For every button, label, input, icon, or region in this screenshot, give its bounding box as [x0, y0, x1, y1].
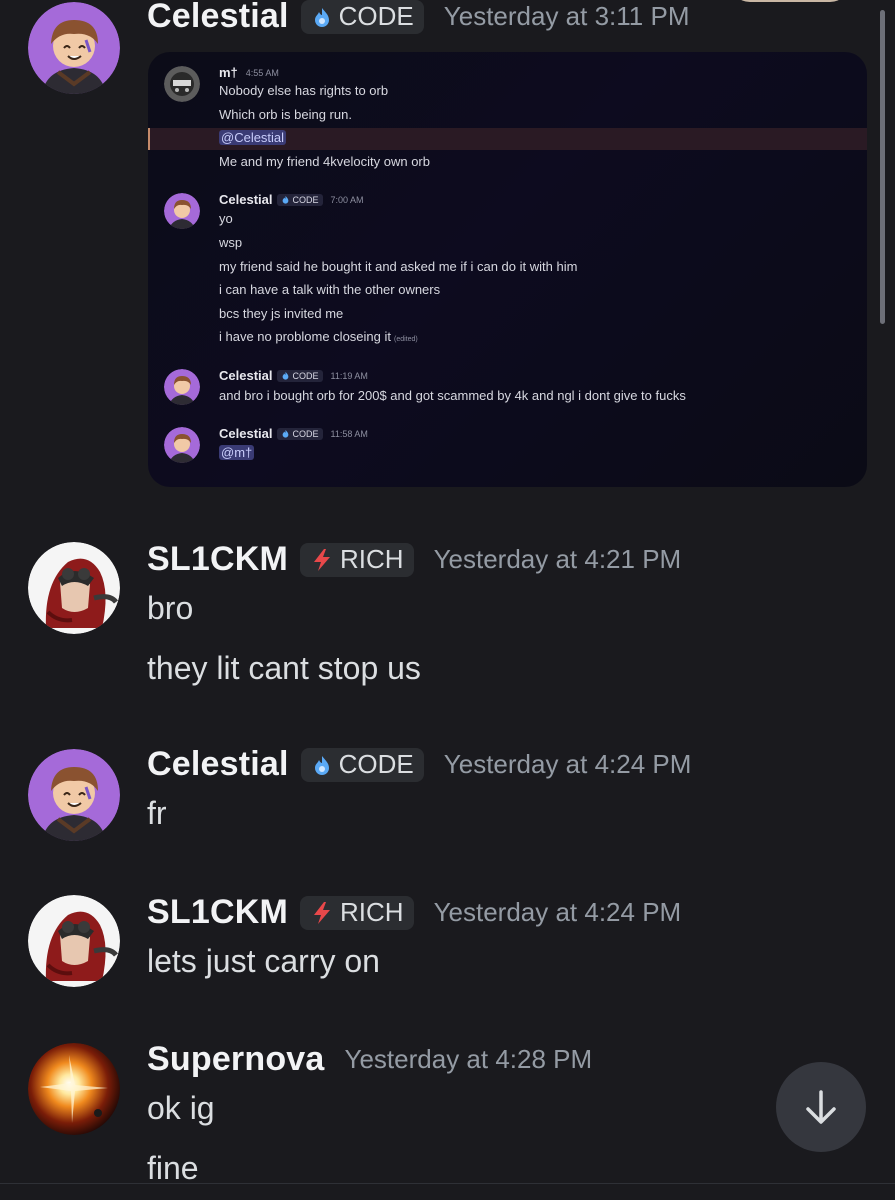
guild-tag[interactable]: RICH — [300, 542, 414, 577]
embed-guild-tag: CODE — [277, 369, 323, 382]
timestamp: Yesterday at 4:28 PM — [344, 1044, 593, 1074]
embed-line: Nobody else has rights to orb — [219, 83, 389, 98]
mention-highlight-bar — [148, 128, 150, 150]
guild-tag-label: CODE — [338, 1, 414, 31]
embed-guild-tag-label: CODE — [292, 194, 319, 205]
embed-guild-tag-label: CODE — [292, 428, 319, 439]
avatar-supernova[interactable] — [28, 1043, 120, 1135]
embed-line: Which orb is being run. — [219, 107, 352, 122]
username[interactable]: Supernova — [147, 1040, 325, 1079]
guild-tag-label: CODE — [338, 749, 414, 779]
flame-icon — [283, 195, 289, 204]
avatar-celestial-small — [164, 193, 200, 229]
embed-line: Me and my friend 4kvelocity own orb — [219, 154, 430, 169]
guild-tag-label: RICH — [340, 897, 404, 927]
avatar-sl1ckm[interactable] — [28, 542, 120, 634]
embed-username: Celestial — [219, 368, 273, 383]
embed-line: wsp — [219, 235, 243, 250]
cropped-element — [730, 0, 850, 2]
timestamp: Yesterday at 4:21 PM — [433, 544, 682, 574]
embed-guild-tag-label: CODE — [292, 370, 319, 381]
embed-line: i can have a talk with the other owners — [219, 282, 441, 297]
embed-line: bcs they js invited me — [219, 306, 344, 321]
guild-tag[interactable]: RICH — [300, 895, 414, 930]
timestamp: Yesterday at 4:24 PM — [433, 897, 682, 927]
avatar-sl1ckm[interactable] — [28, 895, 120, 987]
embed-username: m† — [219, 65, 238, 80]
flame-icon — [314, 7, 329, 27]
divider — [0, 1183, 895, 1184]
jump-to-present-button[interactable] — [776, 1062, 866, 1152]
embed-line: and bro i bought orb for 200$ and got sc… — [219, 388, 686, 403]
lightning-icon — [314, 548, 330, 571]
message-line: fine — [147, 1150, 199, 1186]
flame-icon — [283, 429, 289, 438]
avatar-celestial[interactable] — [28, 2, 120, 94]
lightning-icon — [314, 901, 330, 924]
avatar-mt — [164, 66, 200, 102]
embed-timestamp: 11:19 AM — [330, 370, 368, 381]
embed-guild-tag: CODE — [277, 193, 323, 206]
embed-line: yo — [219, 211, 233, 226]
flame-icon — [314, 755, 329, 775]
mention: @m† — [219, 445, 255, 460]
timestamp: Yesterday at 4:24 PM — [443, 749, 692, 779]
username[interactable]: SL1CKM — [147, 893, 288, 932]
scrollbar[interactable] — [880, 10, 885, 324]
edited-label: (edited) — [394, 336, 418, 343]
avatar-celestial[interactable] — [28, 749, 120, 841]
avatar-celestial-small — [164, 427, 200, 463]
guild-tag[interactable]: CODE — [300, 747, 424, 782]
embed-guild-tag: CODE — [277, 427, 323, 440]
message-line: bro — [147, 590, 194, 626]
username[interactable]: Celestial — [147, 0, 289, 36]
embed-timestamp: 4:55 AM — [245, 67, 279, 78]
username[interactable]: SL1CKM — [147, 540, 288, 579]
embed-username: Celestial — [219, 192, 273, 207]
embed-line: my friend said he bought it and asked me… — [219, 259, 578, 274]
avatar-celestial-small — [164, 369, 200, 405]
message-line: lets just carry on — [147, 943, 380, 979]
embedded-screenshot[interactable]: m† 4:55 AM Nobody else has rights to orb… — [148, 52, 867, 487]
message-line: ok ig — [147, 1090, 215, 1126]
embed-timestamp: 7:00 AM — [330, 194, 364, 205]
timestamp: Yesterday at 3:11 PM — [443, 1, 690, 31]
mention: @Celestial — [219, 130, 287, 145]
flame-icon — [283, 371, 289, 380]
embed-line: @Celestial — [219, 130, 287, 145]
embed-line-text: i have no problome closeing it — [219, 329, 391, 344]
arrow-down-icon — [806, 1090, 836, 1124]
guild-tag-label: RICH — [340, 544, 404, 574]
message-line: they lit cant stop us — [147, 650, 421, 686]
guild-tag[interactable]: CODE — [300, 0, 424, 34]
embed-timestamp: 11:58 AM — [330, 428, 368, 439]
embed-line: @m† — [219, 445, 255, 460]
message-line: fr — [147, 795, 167, 831]
embed-line: i have no problome closeing it (edited) — [219, 329, 418, 344]
embed-username: Celestial — [219, 426, 273, 441]
username[interactable]: Celestial — [147, 745, 289, 784]
